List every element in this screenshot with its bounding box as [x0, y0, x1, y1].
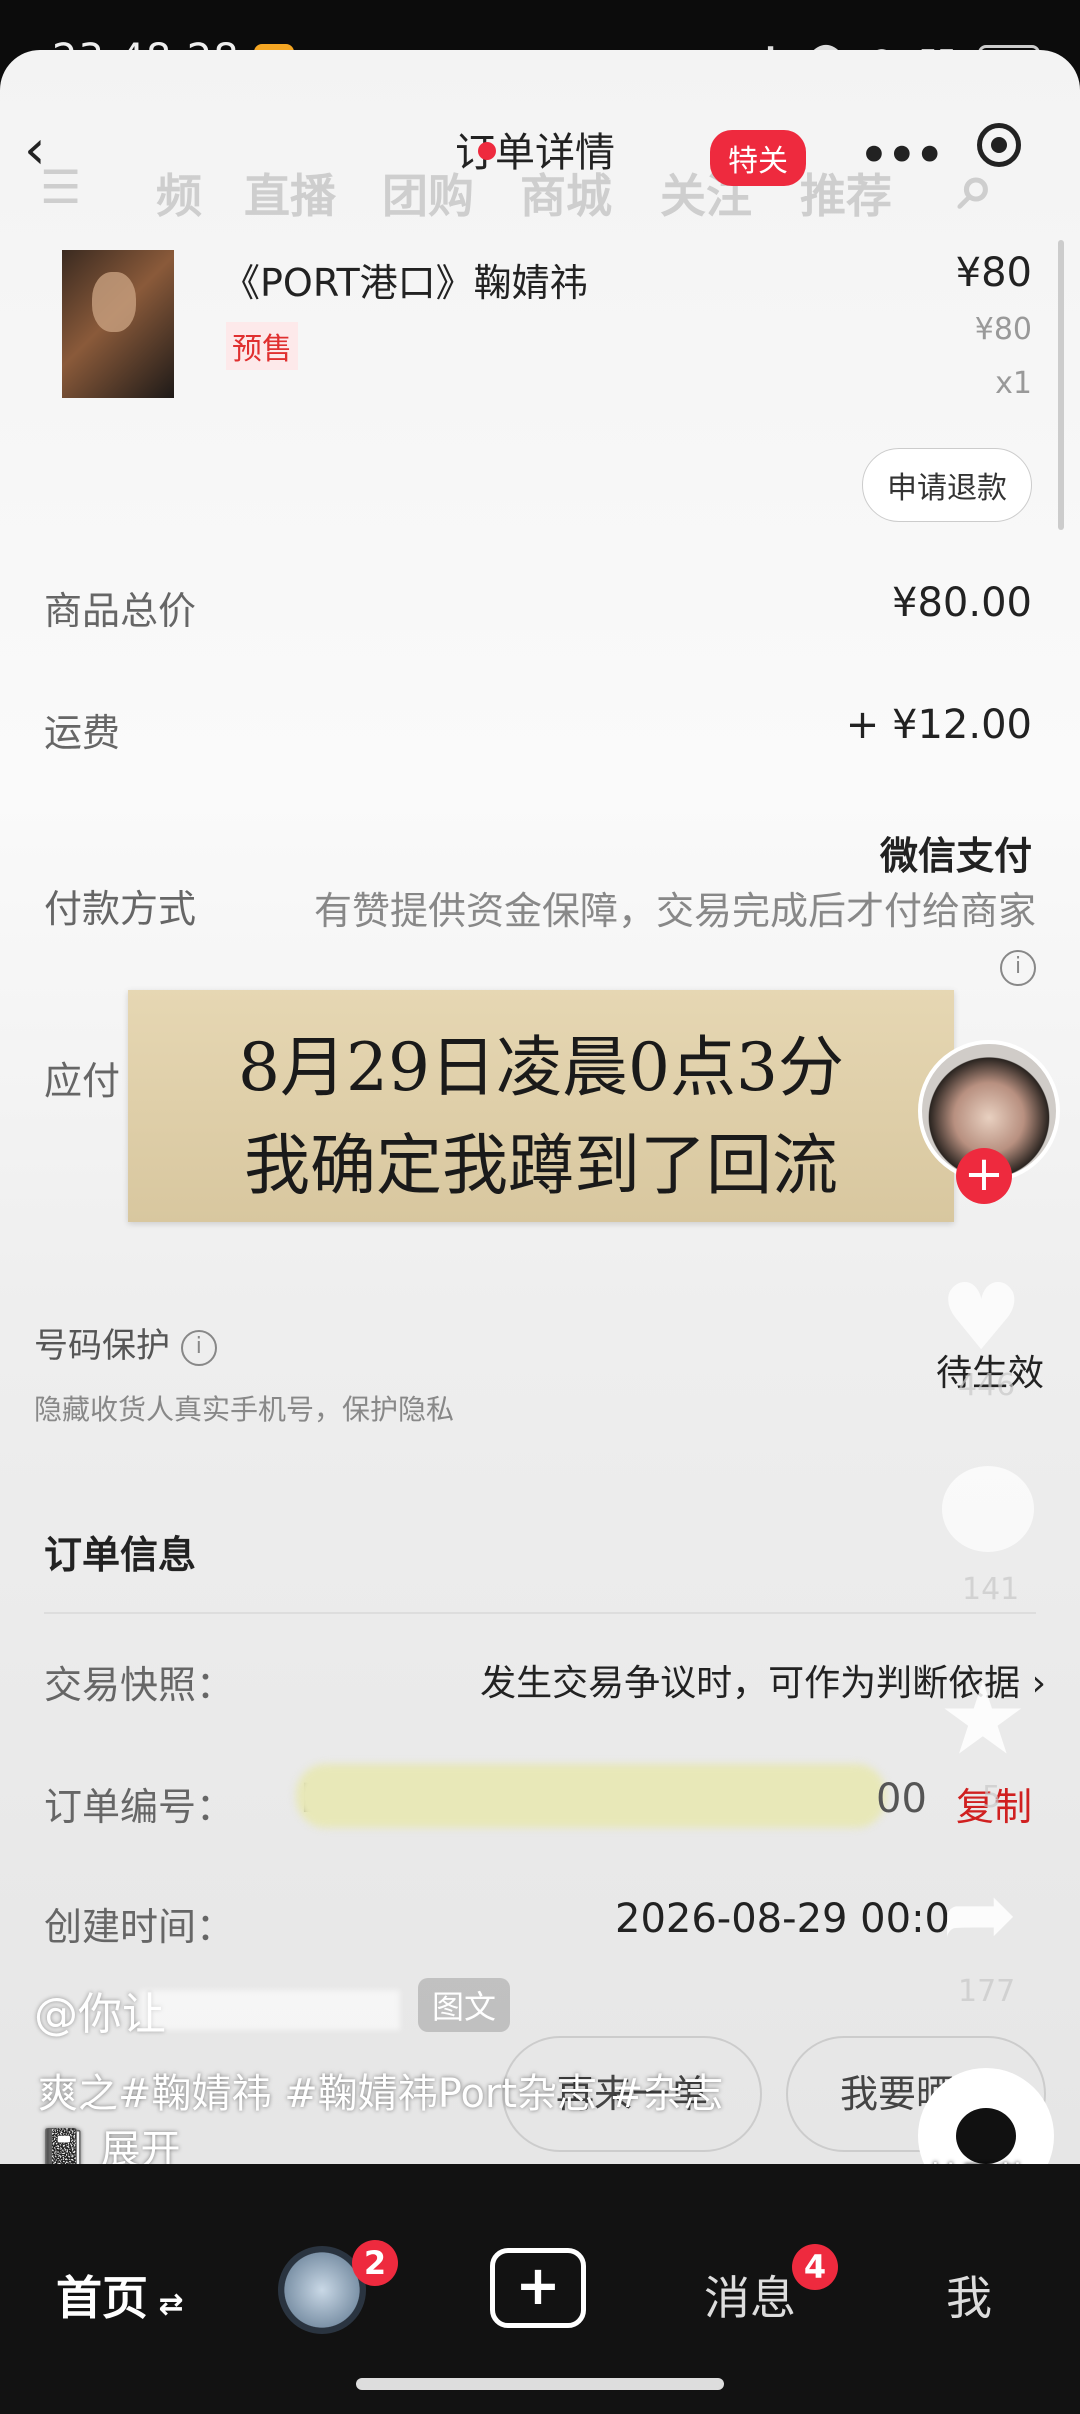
goods-total-label: 商品总价	[44, 589, 197, 633]
notification-dot	[478, 142, 496, 160]
follow-plus-icon[interactable]: +	[956, 1148, 1012, 1204]
privacy-info-icon[interactable]: i	[180, 1329, 217, 1366]
scrollbar[interactable]	[1058, 240, 1064, 530]
back-arrow-icon[interactable]: ‹	[24, 118, 46, 181]
friends-badge: 2	[352, 2240, 398, 2286]
order-number-suffix: 00	[876, 1776, 927, 1822]
note-line-1: 8月29日凌晨0点3分	[238, 1029, 844, 1106]
presale-tag: 预售	[226, 322, 298, 370]
goods-total-value: ¥80.00	[892, 580, 1032, 626]
snapshot-label: 交易快照：	[44, 1663, 235, 1707]
share-arrow-icon[interactable]: ➦	[942, 1862, 1017, 1967]
more-icon[interactable]: •••	[858, 124, 946, 187]
shipping-value: + ¥12.00	[845, 702, 1032, 748]
shipping-label: 运费	[44, 711, 121, 755]
payment-note-text: 有赞提供资金保障，交易完成后才付给商家	[313, 889, 1036, 933]
product-original-price: ¥80	[974, 312, 1032, 347]
product-price: ¥80	[955, 250, 1032, 296]
menu-icon[interactable]: ☰	[40, 160, 81, 214]
target-icon[interactable]	[977, 123, 1021, 167]
payment-note: 有赞提供资金保障，交易完成后才付给商家 i	[276, 884, 1036, 992]
payment-method: 微信支付	[879, 834, 1032, 878]
payment-label: 付款方式	[44, 887, 197, 931]
like-count: 446	[958, 1368, 1016, 1403]
favorite-count: 5	[982, 1780, 1002, 1815]
home-indicator[interactable]	[356, 2378, 724, 2390]
product-quantity: x1	[995, 366, 1032, 401]
created-time-label: 创建时间：	[44, 1905, 235, 1949]
tab-me[interactable]: 我	[946, 2262, 992, 2328]
bg-tab-1[interactable]: 频	[156, 160, 202, 226]
comment-count: 141	[962, 1572, 1020, 1607]
privacy-title: 号码保护	[34, 1326, 170, 1366]
post-caption[interactable]: 爽之#鞠婧祎 #鞠婧祎Port杂志 #杂志 📓 展开	[38, 2066, 758, 2178]
created-time-value: 2026-08-29 00:0	[615, 1896, 950, 1942]
post-type-badge: 图文	[418, 1978, 511, 2032]
promo-badge[interactable]: 特关	[710, 130, 806, 186]
product-name[interactable]: 《PORT港口》鞠婧祎	[222, 252, 588, 307]
amount-due-label: 应付	[44, 1059, 121, 1103]
divider	[44, 1612, 1036, 1614]
add-post-button[interactable]: +	[490, 2248, 586, 2328]
privacy-desc: 隐藏收货人真实手机号，保护隐私	[34, 1393, 455, 1426]
handwritten-note: 8月29日凌晨0点3分 我确定我蹲到了回流	[128, 990, 954, 1222]
note-line-2: 我确定我蹲到了回流	[244, 1127, 838, 1204]
bg-tab-2[interactable]: 直播	[244, 160, 336, 226]
info-icon[interactable]: i	[1000, 949, 1036, 986]
favorite-star-icon[interactable]: ★	[938, 1660, 1028, 1777]
product-cover-image[interactable]	[62, 250, 174, 398]
privacy-title-row: 号码保护 i	[34, 1318, 217, 1367]
order-number-redacted	[296, 1764, 886, 1828]
swap-icon: ⇄	[148, 2287, 184, 2322]
tab-home-label: 首页	[56, 2271, 148, 2325]
order-number-label: 订单编号：	[44, 1785, 235, 1829]
refund-button[interactable]: 申请退款	[862, 448, 1032, 522]
share-count: 177	[958, 1974, 1016, 2009]
comment-icon[interactable]	[942, 1466, 1034, 1552]
author-name-redacted	[140, 1990, 400, 2030]
messages-badge: 4	[792, 2244, 838, 2290]
order-info-title: 订单信息	[44, 1533, 197, 1577]
tab-home[interactable]: 首页 ⇄	[56, 2262, 184, 2328]
tab-messages[interactable]: 消息	[704, 2262, 796, 2328]
